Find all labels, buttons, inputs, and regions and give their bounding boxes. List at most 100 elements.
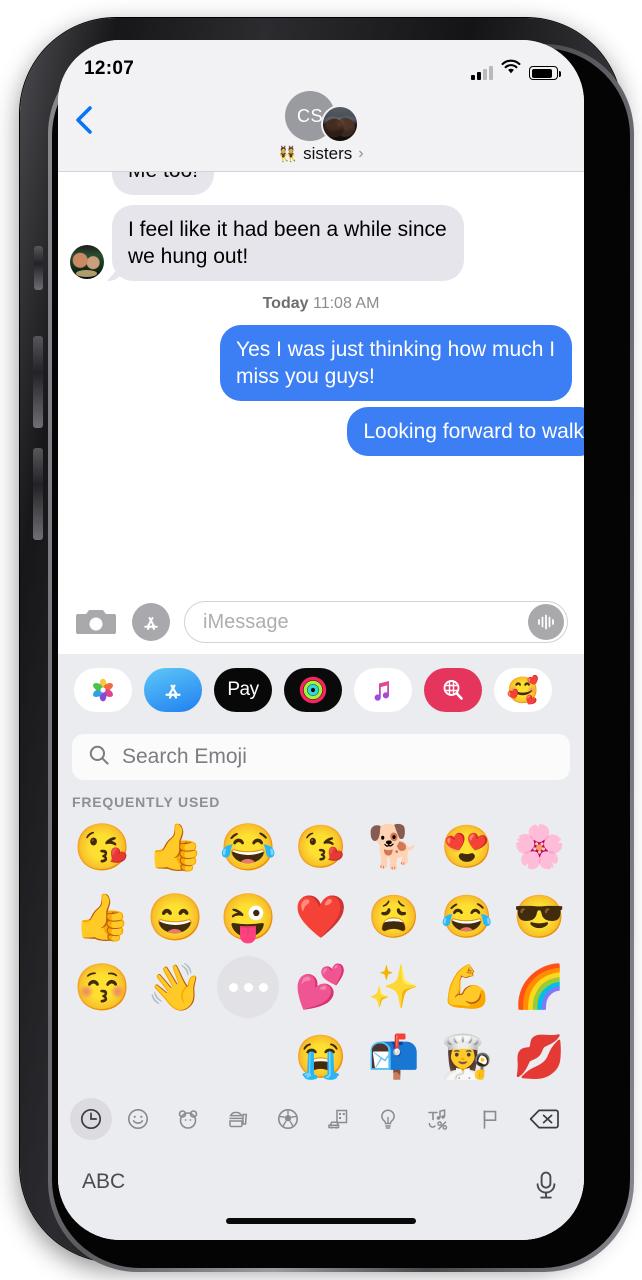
app-drawer-item-fitness[interactable] bbox=[284, 668, 342, 712]
abc-keyboard-button[interactable]: ABC bbox=[82, 1170, 125, 1194]
emoji-memoji-sticker-tongue-out[interactable]: 😜 bbox=[212, 884, 285, 950]
battery-icon bbox=[529, 66, 561, 80]
message-row-looking-forward: Looking forward to walk bbox=[70, 407, 584, 456]
emoji-loudly-crying-face[interactable]: 😭 bbox=[285, 1024, 358, 1090]
emoji-memoji-sticker-thumbs-up[interactable]: 👍 bbox=[66, 884, 139, 950]
emoji-dog[interactable]: 🐕 bbox=[357, 814, 430, 880]
emoji-kiss-mark[interactable]: 💋 bbox=[503, 1024, 576, 1090]
home-indicator[interactable] bbox=[226, 1218, 416, 1224]
sender-avatar[interactable] bbox=[70, 245, 104, 279]
keyboard-bottom-bar: ABC bbox=[58, 1148, 584, 1240]
app-drawer-item-memoji-stickers[interactable]: 🥰 bbox=[494, 668, 552, 712]
memoji-glyph: 🥰 bbox=[506, 674, 540, 705]
message-input-bar: iMessage bbox=[58, 590, 584, 654]
volume-down-button[interactable] bbox=[33, 448, 43, 540]
chevron-right-icon[interactable]: › bbox=[358, 145, 363, 163]
mute-switch-button[interactable] bbox=[34, 246, 43, 290]
emoji-tab-travel-and-places[interactable] bbox=[314, 1098, 362, 1140]
more-stickers-button[interactable] bbox=[212, 954, 285, 1020]
phone-screen: 12:07 CS 👯 sisters › I feel like it had … bbox=[58, 40, 584, 1240]
emoji-blank-2 bbox=[139, 1024, 212, 1090]
app-drawer-item-apple-pay[interactable]: Pay bbox=[214, 668, 272, 712]
emoji-tab-objects[interactable] bbox=[364, 1098, 412, 1140]
emoji-search-placeholder: Search Emoji bbox=[122, 745, 247, 768]
conversation-title-row[interactable]: 👯 sisters › bbox=[278, 144, 363, 164]
emoji-red-heart[interactable]: ❤️ bbox=[285, 884, 358, 950]
emoji-sparkles[interactable]: ✨ bbox=[357, 954, 430, 1020]
message-list[interactable]: Me too! I feel like it had been a while … bbox=[58, 172, 584, 590]
emoji-tab-activity[interactable] bbox=[264, 1098, 312, 1140]
emoji-section-title: FREQUENTLY USED bbox=[72, 794, 221, 810]
screenshot-root: 12:07 CS 👯 sisters › I feel like it had … bbox=[0, 0, 642, 1280]
emoji-tab-food-and-drink[interactable] bbox=[214, 1098, 262, 1140]
app-drawer-item-images[interactable] bbox=[424, 668, 482, 712]
emoji-delete-key[interactable] bbox=[516, 1098, 572, 1140]
emoji-cherry-blossom[interactable]: 🌸 bbox=[503, 814, 576, 880]
emoji-smiling-face-with-sunglasses[interactable]: 😎 bbox=[503, 884, 576, 950]
status-bar-time: 12:07 bbox=[84, 58, 135, 79]
emoji-smiling-face-with-heart-eyes[interactable]: 😍 bbox=[430, 814, 503, 880]
emoji-two-hearts[interactable]: 💕 bbox=[285, 954, 358, 1020]
app-store-icon[interactable] bbox=[132, 603, 170, 641]
emoji-rainbow[interactable]: 🌈 bbox=[503, 954, 576, 1020]
search-icon bbox=[88, 744, 110, 771]
emoji-tab-recently-used[interactable] bbox=[70, 1098, 112, 1140]
emoji-face-with-tears-of-joy[interactable]: 😂 bbox=[430, 884, 503, 950]
back-chevron-icon[interactable] bbox=[72, 104, 96, 134]
message-bubble-outgoing[interactable]: Yes I was just thinking how much I miss … bbox=[220, 325, 572, 401]
emoji-blank-3 bbox=[212, 1024, 285, 1090]
emoji-category-tabs[interactable] bbox=[58, 1090, 584, 1148]
message-bubble-incoming[interactable]: Me too! bbox=[112, 172, 215, 195]
emoji-memoji-sticker-kiss[interactable]: 😚 bbox=[66, 954, 139, 1020]
emoji-memoji-sticker-thumbs-up-hat[interactable]: 👍 bbox=[139, 814, 212, 880]
avatar-photo[interactable] bbox=[321, 105, 359, 143]
emoji-search-field[interactable]: Search Emoji bbox=[72, 734, 570, 780]
emoji-tab-flags[interactable] bbox=[466, 1098, 514, 1140]
emoji-tab-animals-and-nature[interactable] bbox=[164, 1098, 212, 1140]
emoji-memoji-sticker-happy[interactable]: 😄 bbox=[139, 884, 212, 950]
emoji-flexed-biceps[interactable]: 💪 bbox=[430, 954, 503, 1020]
conversation-identity[interactable]: CS 👯 sisters › bbox=[277, 91, 365, 164]
imessage-text-field[interactable]: iMessage bbox=[184, 601, 568, 643]
message-row-miss-you: Yes I was just thinking how much I miss … bbox=[70, 325, 572, 401]
audio-waveform-icon[interactable] bbox=[528, 604, 564, 640]
cellular-signal-icon bbox=[471, 66, 493, 80]
microphone-icon[interactable] bbox=[532, 1170, 560, 1207]
app-drawer-item-music[interactable] bbox=[354, 668, 412, 712]
wifi-icon bbox=[500, 59, 522, 80]
emoji-memoji-sticker-laughing-hat[interactable]: 😂 bbox=[212, 814, 285, 880]
volume-up-button[interactable] bbox=[33, 336, 43, 428]
message-bubble-incoming[interactable]: I feel like it had been a while since we… bbox=[112, 205, 464, 281]
emoji-tab-symbols[interactable] bbox=[414, 1098, 464, 1140]
status-bar-indicators bbox=[471, 59, 561, 80]
imessage-app-drawer[interactable]: Pay 🥰 bbox=[58, 654, 584, 726]
emoji-search-wrapper: Search Emoji bbox=[58, 726, 584, 784]
emoji-keyboard: Search Emoji FREQUENTLY USED 😘 👍 😂 😘 🐕 😍… bbox=[58, 726, 584, 1240]
camera-icon[interactable] bbox=[74, 604, 118, 640]
message-row-been-a-while: I feel like it had been a while since we… bbox=[70, 205, 572, 281]
app-drawer-item-app-store[interactable] bbox=[144, 668, 202, 712]
emoji-face-blowing-a-kiss[interactable]: 😘 bbox=[285, 814, 358, 880]
timestamp-day: Today bbox=[262, 295, 309, 312]
message-timestamp: Today 11:08 AM bbox=[70, 295, 572, 313]
conversation-title: sisters bbox=[303, 144, 353, 163]
conversation-header: CS 👯 sisters › bbox=[58, 86, 584, 172]
status-bar: 12:07 bbox=[58, 40, 584, 86]
timestamp-time: 11:08 AM bbox=[312, 295, 380, 312]
emoji-grid[interactable]: 😘 👍 😂 😘 🐕 😍 🌸 👍 😄 😜 ❤️ 😩 😂 😎 😚 👋 💕 ✨ 💪 🌈… bbox=[58, 814, 584, 1090]
emoji-tab-smileys-and-people[interactable] bbox=[114, 1098, 162, 1140]
app-drawer-item-photos[interactable] bbox=[74, 668, 132, 712]
emoji-memoji-sticker-waving[interactable]: 👋 bbox=[139, 954, 212, 1020]
emoji-woman-cook[interactable]: 👩‍🍳 bbox=[430, 1024, 503, 1090]
emoji-weary-face[interactable]: 😩 bbox=[357, 884, 430, 950]
imessage-placeholder: iMessage bbox=[203, 610, 289, 633]
ellipsis-icon[interactable] bbox=[217, 956, 280, 1018]
dancers-emoji-icon: 👯 bbox=[278, 146, 298, 163]
emoji-blank-1 bbox=[66, 1024, 139, 1090]
apple-pay-label: Pay bbox=[227, 679, 259, 700]
message-row-me-too: Me too! bbox=[70, 172, 572, 195]
emoji-memoji-sticker-kiss-heart[interactable]: 😘 bbox=[66, 814, 139, 880]
emoji-open-mailbox-with-raised-flag[interactable]: 📬 bbox=[357, 1024, 430, 1090]
message-bubble-outgoing[interactable]: Looking forward to walk bbox=[347, 407, 584, 456]
avatar-group[interactable]: CS bbox=[277, 91, 365, 143]
